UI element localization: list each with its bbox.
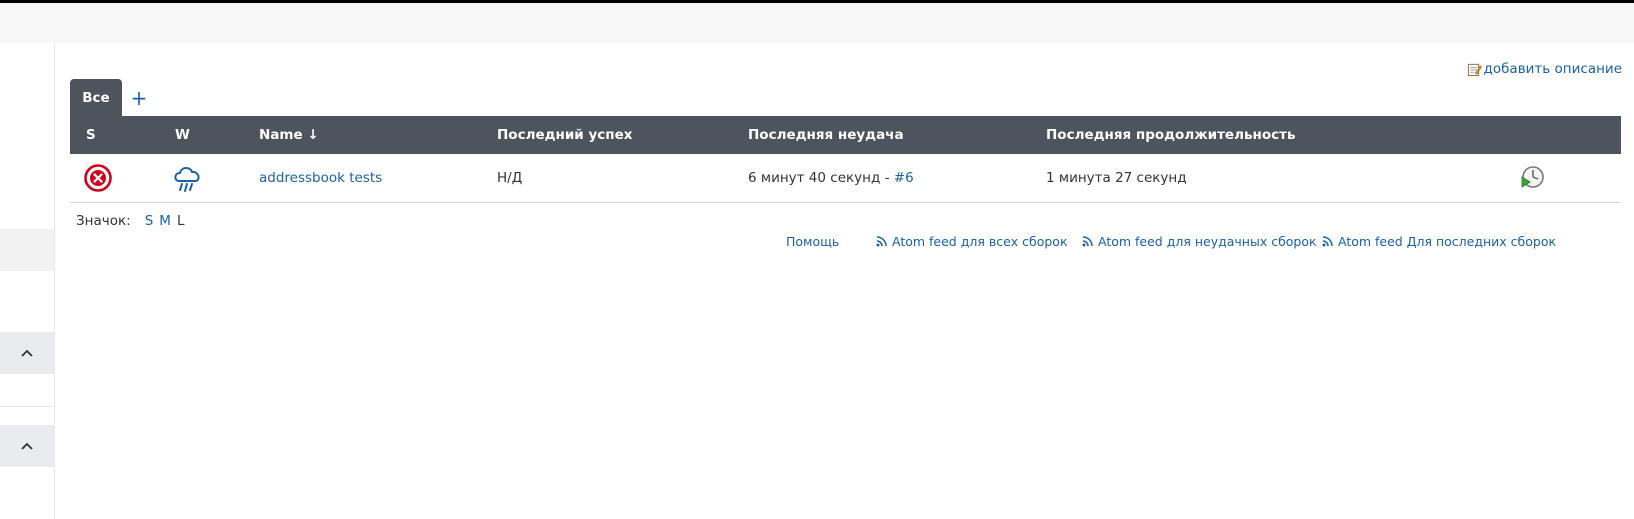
sidebar-divider <box>0 406 54 407</box>
atom-feed-failed-label: Atom feed для неудачных сборок <box>1098 234 1317 249</box>
atom-feed-all-label: Atom feed для всех сборок <box>892 234 1068 249</box>
job-name-link[interactable]: addressbook tests <box>259 170 382 186</box>
last-failure-build-link[interactable]: #6 <box>894 170 914 186</box>
icon-size-label: Значок: <box>76 213 131 229</box>
atom-feed-failed-link[interactable]: Atom feed для неудачных сборок <box>1082 234 1317 249</box>
column-last-failure[interactable]: Последняя неудача <box>748 127 904 143</box>
add-view-button[interactable]: + <box>122 79 156 116</box>
sidebar <box>0 43 55 519</box>
last-success-value: Н/Д <box>497 170 523 186</box>
table-row: addressbook tests Н/Д 6 минут 40 секунд … <box>70 154 1621 203</box>
chevron-up-icon <box>21 349 33 357</box>
help-link[interactable]: Помощь <box>786 234 839 249</box>
icon-size-l: L <box>176 213 185 229</box>
failed-status-icon <box>84 164 112 192</box>
last-duration-value: 1 минута 27 секунд <box>1046 170 1187 186</box>
sidebar-item[interactable] <box>0 229 54 271</box>
rss-icon <box>1322 236 1333 247</box>
sidebar-collapse-button[interactable] <box>0 332 54 374</box>
column-last-duration[interactable]: Последняя продолжительность <box>1046 127 1295 143</box>
schedule-build-icon[interactable] <box>1519 165 1545 191</box>
rss-icon <box>1082 236 1093 247</box>
sidebar-collapse-button[interactable] <box>0 425 54 467</box>
last-failure-value: 6 минут 40 секунд - #6 <box>748 170 914 186</box>
atom-feed-all-link[interactable]: Atom feed для всех сборок <box>876 234 1068 249</box>
add-description-label: добавить описание <box>1483 61 1623 77</box>
edit-note-icon <box>1467 63 1482 76</box>
icon-size-s[interactable]: S <box>145 213 154 229</box>
help-label: Помощь <box>786 234 840 249</box>
tab-all[interactable]: Все <box>70 79 122 116</box>
view-tabs: Все + <box>70 79 156 116</box>
atom-feed-latest-label: Atom feed Для последних сборок <box>1338 234 1557 249</box>
top-bar <box>0 3 1634 43</box>
column-name[interactable]: Name ↓ <box>259 127 319 143</box>
last-failure-time: 6 минут 40 секунд - <box>748 170 894 186</box>
rain-cloud-icon <box>174 167 200 192</box>
column-status[interactable]: S <box>86 127 96 143</box>
atom-feed-latest-link[interactable]: Atom feed Для последних сборок <box>1322 234 1556 249</box>
icon-size-legend: Значок: S M L <box>76 213 184 229</box>
icon-size-m[interactable]: M <box>159 213 171 229</box>
column-weather[interactable]: W <box>175 127 190 143</box>
rss-icon <box>876 236 887 247</box>
column-last-success[interactable]: Последний успех <box>497 127 632 143</box>
jobs-table: S W Name ↓ Последний успех Последняя неу… <box>70 116 1621 203</box>
chevron-up-icon <box>21 442 33 450</box>
add-description-link[interactable]: добавить описание <box>1467 61 1623 77</box>
table-header: S W Name ↓ Последний успех Последняя неу… <box>70 116 1621 154</box>
